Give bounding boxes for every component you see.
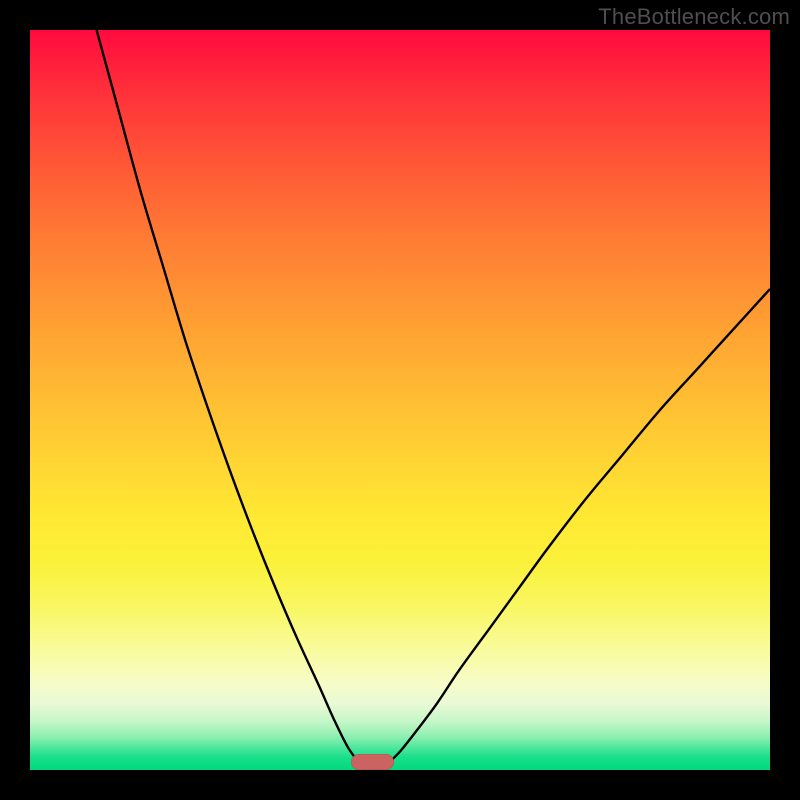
chart-frame: TheBottleneck.com: [0, 0, 800, 800]
bottleneck-curve: [30, 30, 770, 770]
plot-area: [30, 30, 770, 770]
curve-left-branch: [97, 30, 360, 763]
watermark-text: TheBottleneck.com: [598, 4, 790, 30]
balance-marker: [351, 754, 394, 770]
curve-right-branch: [389, 289, 770, 763]
